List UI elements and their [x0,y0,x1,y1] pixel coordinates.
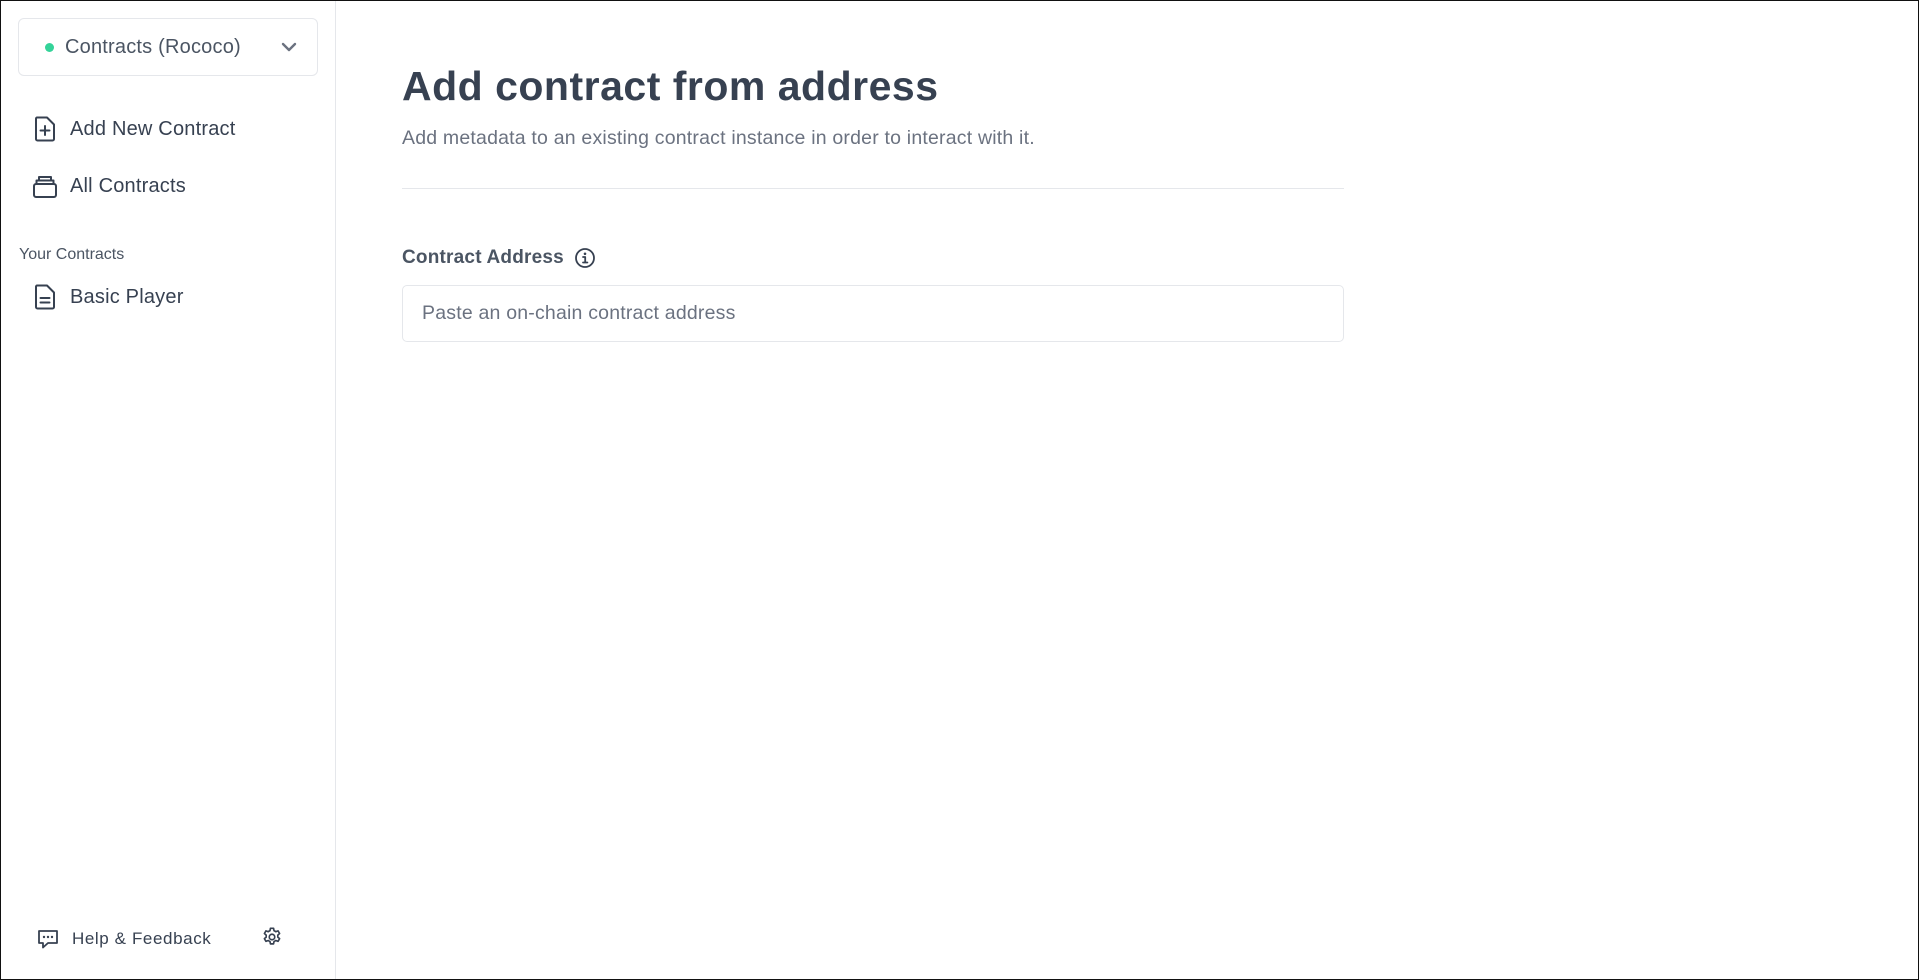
network-selector-label: Contracts (Rococo) [65,35,241,58]
gear-icon [261,926,283,953]
page-header: Add contract from address Add metadata t… [402,61,1344,189]
app-window: Contracts (Rococo) Add New Contract All … [0,0,1919,980]
contract-address-input[interactable] [402,285,1344,342]
status-dot [45,42,54,52]
chat-icon [37,928,59,950]
help-feedback-link[interactable]: Help & Feedback [37,928,211,950]
help-feedback-label: Help & Feedback [72,929,212,948]
sidebar-item-label: All Contracts [70,174,186,197]
settings-button[interactable] [259,926,285,952]
contract-item-basic-player[interactable]: Basic Player [18,273,318,321]
sidebar-item-label: Add New Contract [70,117,236,140]
sidebar-nav: Add New Contract All Contracts [18,105,318,219]
page-title: Add contract from address [402,63,939,109]
sidebar-item-all-contracts[interactable]: All Contracts [18,162,318,210]
contract-item-label: Basic Player [70,285,184,308]
sidebar-footer: Help & Feedback [1,919,336,959]
sidebar: Contracts (Rococo) Add New Contract All … [1,1,336,979]
field-label-row: Contract Address [402,245,1344,271]
file-plus-icon [32,115,58,143]
network-selector[interactable]: Contracts (Rococo) [18,18,318,76]
main-content: Add contract from address Add metadata t… [336,1,1918,979]
your-contracts-heading: Your Contracts [19,246,125,263]
chevron-down-icon [279,37,299,57]
your-contracts-list: Basic Player [18,273,318,330]
info-icon[interactable] [574,247,596,269]
contract-address-label: Contract Address [402,247,564,268]
sidebar-item-add-new-contract[interactable]: Add New Contract [18,105,318,153]
page-subtitle: Add metadata to an existing contract ins… [402,127,1035,149]
contract-address-field: Contract Address [402,245,1344,342]
document-icon [32,283,58,311]
stack-icon [32,172,58,200]
